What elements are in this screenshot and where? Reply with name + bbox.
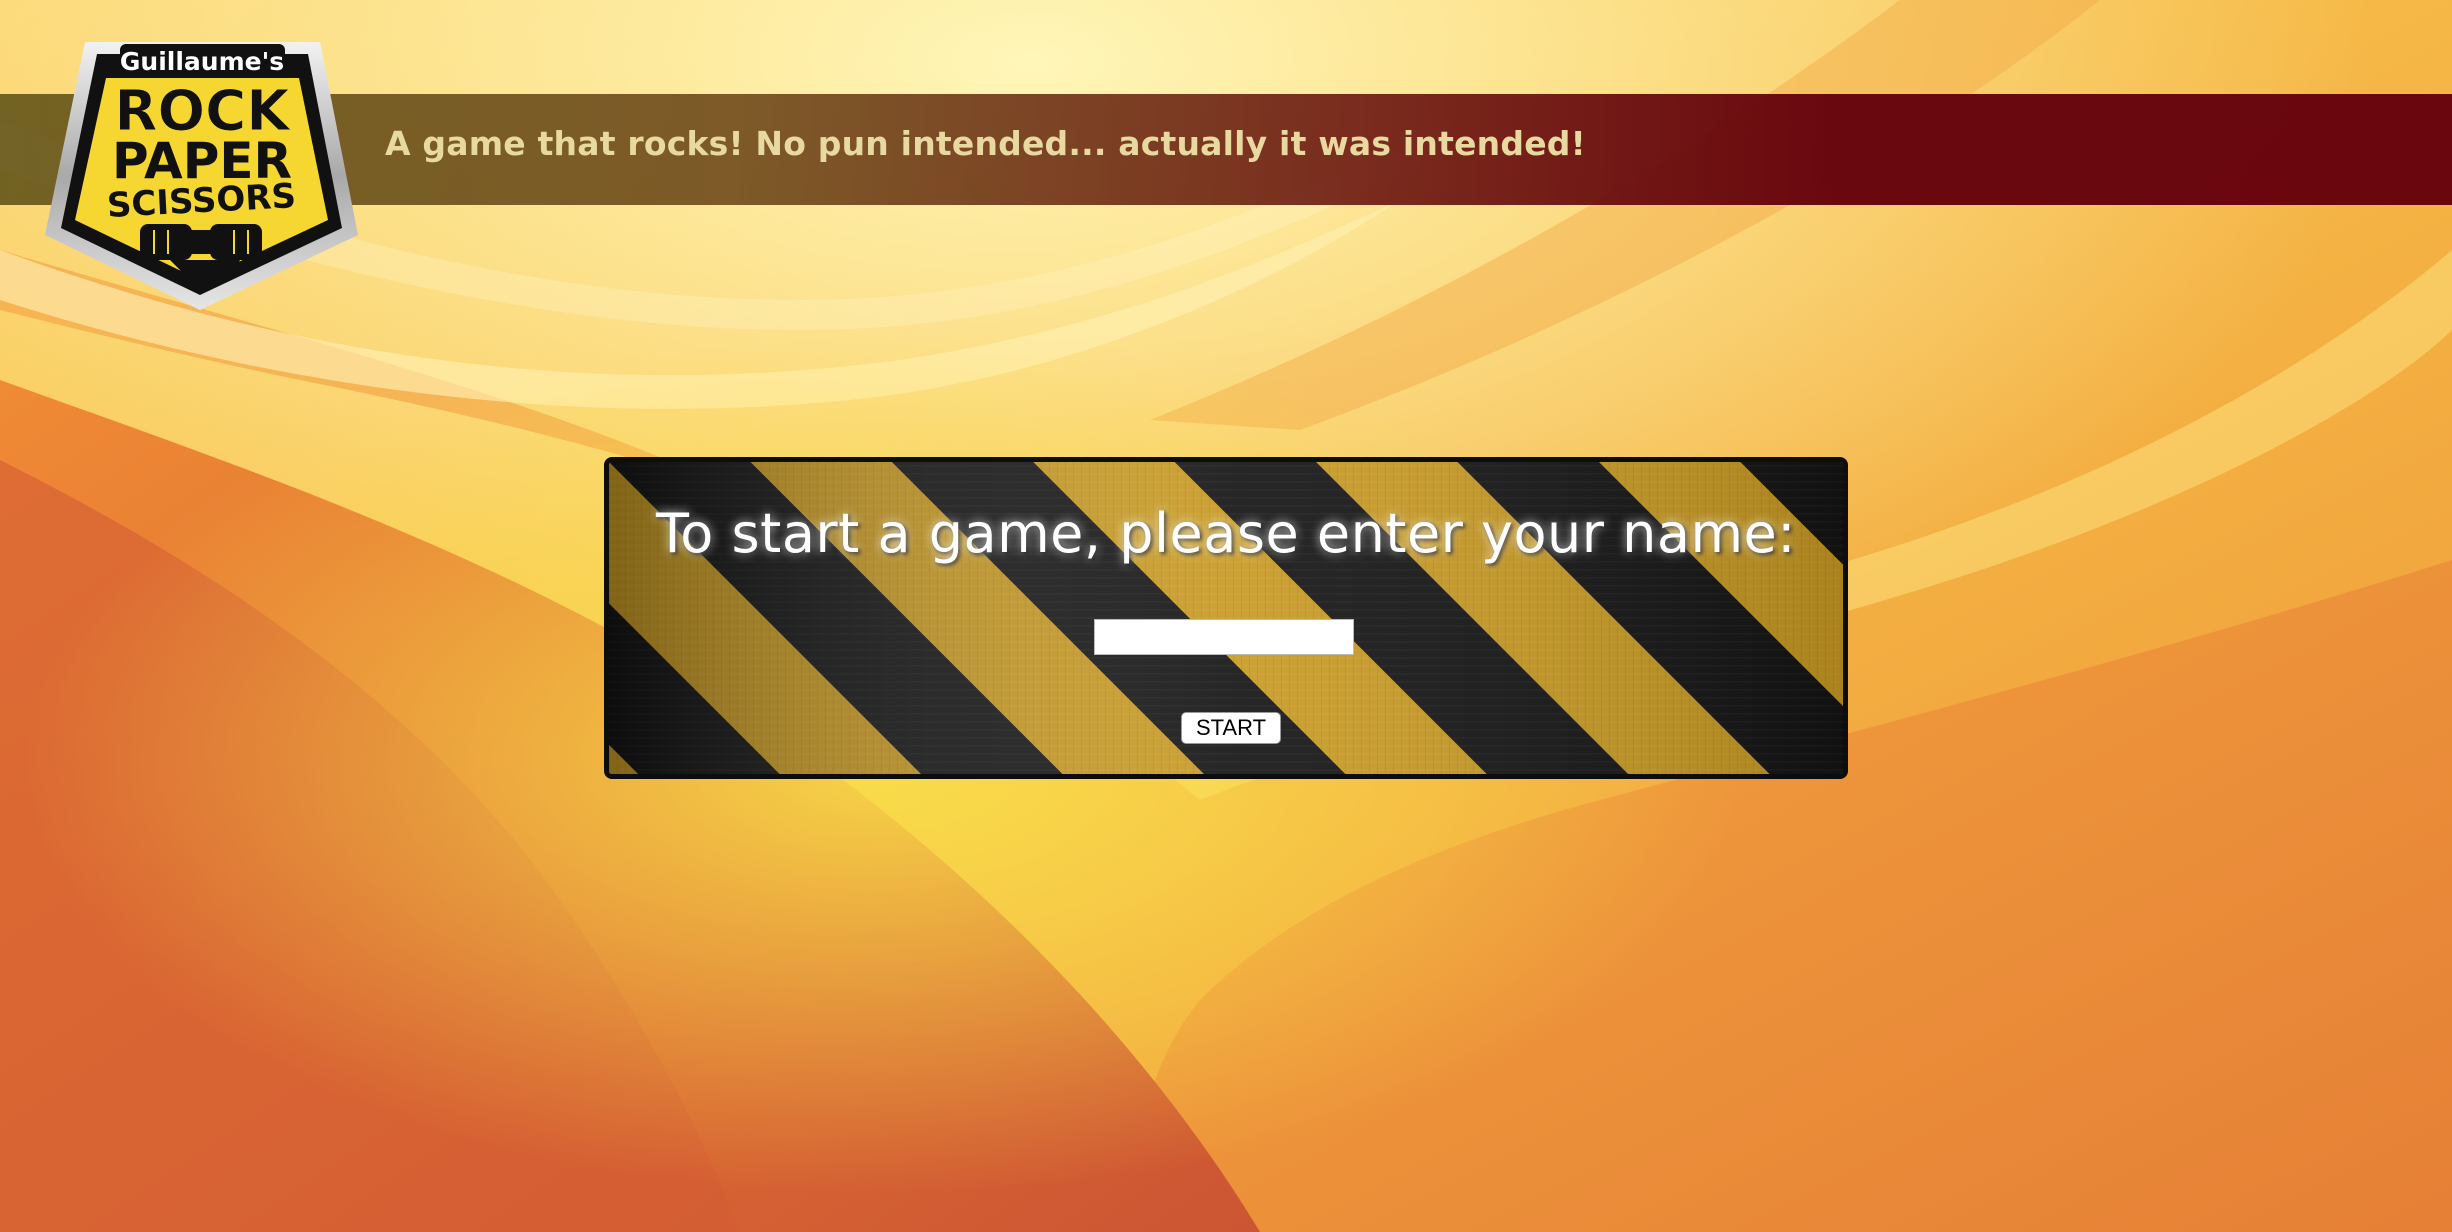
logo-owner-text: Guillaume's <box>120 47 284 76</box>
rock-paper-scissors-logo: Guillaume's ROCK PAPER SCISSORS <box>45 42 358 310</box>
start-game-panel: To start a game, please enter your name:… <box>604 457 1848 779</box>
start-prompt: To start a game, please enter your name: <box>656 502 1796 565</box>
tagline: A game that rocks! No pun intended... ac… <box>385 124 1586 163</box>
start-button[interactable]: START <box>1181 712 1281 744</box>
player-name-input[interactable] <box>1094 619 1354 655</box>
